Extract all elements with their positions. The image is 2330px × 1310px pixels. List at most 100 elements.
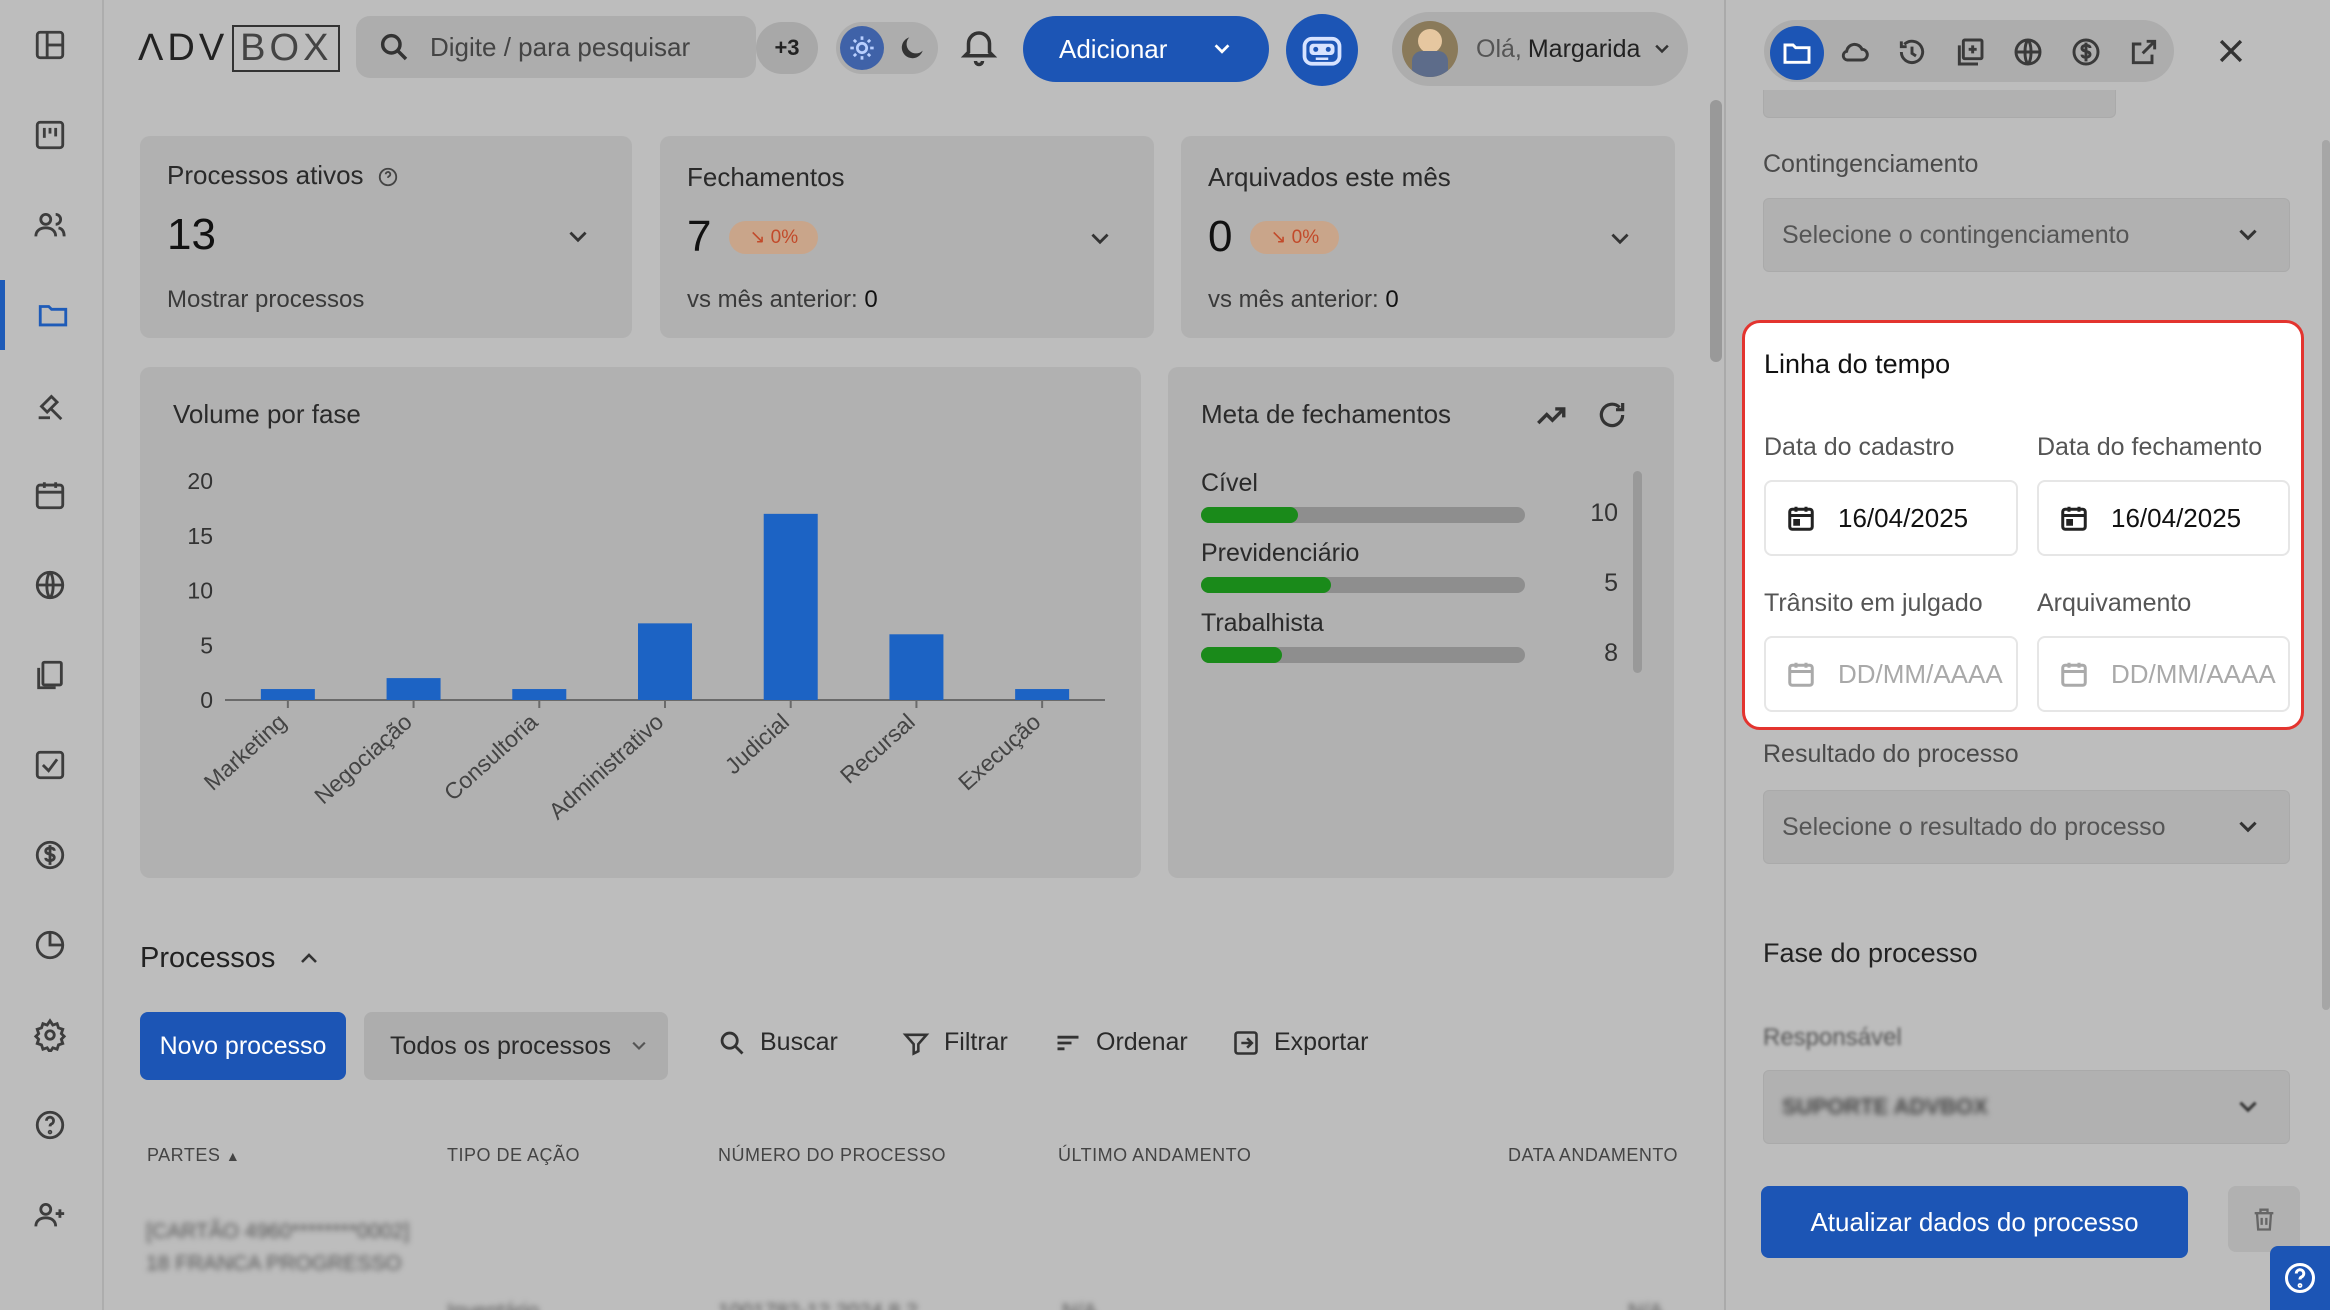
greeting: Olá,: [1476, 34, 1522, 63]
goal-label: Previdenciário: [1201, 539, 1360, 567]
tab-globe[interactable]: [2006, 30, 2050, 74]
show-processes-link[interactable]: Mostrar processos: [167, 286, 364, 314]
tab-finance[interactable]: [2064, 30, 2108, 74]
chevron-down-icon[interactable]: [1087, 226, 1113, 252]
column-header-andamento[interactable]: ÚLTIMO ANDAMENTO: [1058, 1145, 1251, 1166]
archiving-label: Arquivamento: [2037, 589, 2192, 617]
calendar-icon[interactable]: [0, 460, 100, 530]
add-user-icon[interactable]: [0, 1180, 100, 1250]
goal-value: 10: [1590, 499, 1618, 527]
calendar-icon: [2061, 662, 2087, 687]
responsible-label: Responsável: [1763, 1024, 1902, 1051]
registration-date-value: 16/04/2025: [1838, 502, 1969, 533]
info-icon[interactable]: [377, 166, 399, 188]
clients-icon[interactable]: [0, 190, 100, 260]
tasks-icon[interactable]: [0, 730, 100, 800]
filter-button[interactable]: Filtrar: [902, 1028, 1008, 1057]
chevron-down-icon[interactable]: [1607, 226, 1633, 252]
new-process-button[interactable]: Novo processo: [140, 1012, 346, 1080]
more-shortcuts-button[interactable]: +3: [756, 22, 818, 74]
search-input[interactable]: Digite / para pesquisar: [356, 16, 756, 78]
table-row-partes[interactable]: [CARTÃO 4960********0002] 18 FRANCA PROG…: [146, 1216, 410, 1280]
column-header-partes[interactable]: PARTES ▲: [147, 1145, 240, 1166]
trend-badge: ↘ 0%: [1250, 220, 1340, 254]
trend-badge: ↘ 0%: [729, 220, 819, 254]
registration-date-input[interactable]: 16/04/2025: [1764, 480, 2018, 556]
res-judicata-date-input[interactable]: DD/MM/AAAA: [1764, 636, 2018, 712]
archiving-date-input[interactable]: DD/MM/AAAA: [2037, 636, 2290, 712]
table-row-andamento: N/A: [1062, 1300, 1097, 1310]
search-button[interactable]: Buscar: [718, 1028, 838, 1057]
contingency-select[interactable]: Selecione o contingenciamento: [1763, 198, 2290, 272]
y-tick-label: 0: [200, 687, 213, 713]
search-icon: [380, 33, 408, 61]
bar-recursal: [889, 634, 944, 700]
bar-negociação: [386, 678, 441, 700]
column-header-tipo[interactable]: TIPO DE AÇÃO: [447, 1145, 580, 1166]
logo-box: BOX: [232, 24, 341, 72]
result-placeholder: Selecione o resultado do processo: [1782, 812, 2166, 841]
close-icon[interactable]: [2214, 34, 2248, 68]
tab-cloud[interactable]: [1832, 30, 1876, 74]
gavel-icon[interactable]: [0, 370, 100, 440]
refresh-icon[interactable]: [1596, 399, 1628, 431]
process-filter-select[interactable]: Todos os processos: [364, 1012, 668, 1080]
bar-judicial: [763, 513, 818, 700]
board-icon[interactable]: [0, 100, 100, 170]
main-scrollbar[interactable]: [1710, 100, 1722, 362]
tab-history[interactable]: [1890, 30, 1934, 74]
goals-scrollbar[interactable]: [1633, 471, 1642, 673]
add-button[interactable]: Adicionar: [1023, 16, 1269, 82]
kpi-value: 7: [687, 212, 712, 261]
x-tick-label: Execução: [953, 708, 1045, 795]
trending-up-icon[interactable]: [1534, 399, 1568, 433]
kpi-card-active: Processos ativos 13 Mostrar processos: [140, 136, 632, 338]
advbox-logo[interactable]: ΛDV BOX: [138, 24, 341, 72]
cloud-icon: [1841, 42, 1869, 62]
export-button[interactable]: Exportar: [1232, 1028, 1368, 1057]
chevron-down-icon[interactable]: [565, 224, 591, 250]
sort-button[interactable]: Ordenar: [1054, 1028, 1188, 1057]
theme-toggle[interactable]: [836, 22, 938, 74]
settings-gear-icon[interactable]: [0, 1000, 100, 1070]
help-chat-button[interactable]: [2270, 1246, 2330, 1310]
export-icon: [1234, 1030, 1258, 1055]
reports-pie-icon[interactable]: [0, 910, 100, 980]
update-process-button[interactable]: Atualizar dados do processo: [1761, 1186, 2188, 1258]
assistant-robot-button[interactable]: [1286, 14, 1358, 86]
previous-field-bottom: [1763, 90, 2116, 118]
timeline-title: Linha do tempo: [1764, 349, 1951, 379]
processes-section-header[interactable]: Processos: [140, 942, 321, 975]
help-icon[interactable]: [0, 1090, 100, 1160]
user-name: Margarida: [1527, 34, 1641, 63]
finance-icon[interactable]: [0, 820, 100, 890]
dark-mode-moon-icon[interactable]: [896, 32, 928, 64]
chevron-up-icon[interactable]: [297, 947, 321, 971]
column-header-numero[interactable]: NÚMERO DO PROCESSO: [718, 1145, 946, 1166]
responsible-select[interactable]: SUPORTE ADVBOX: [1763, 1070, 2290, 1144]
dollar-icon: [2072, 38, 2100, 66]
tab-add-document[interactable]: [1948, 30, 1992, 74]
closing-date-input[interactable]: 16/04/2025: [2037, 480, 2290, 556]
chevron-down-icon: [632, 1041, 646, 1051]
x-tick-label: Recursal: [835, 708, 920, 788]
tab-process-folder[interactable]: [1770, 26, 1824, 80]
delete-process-button[interactable]: [2228, 1186, 2300, 1252]
goal-progress-bar: [1201, 647, 1525, 663]
light-mode-sun-icon[interactable]: [840, 26, 884, 70]
panel-toggle-icon[interactable]: [0, 10, 100, 80]
archiving-placeholder: DD/MM/AAAA: [2111, 658, 2276, 689]
res-judicata-placeholder: DD/MM/AAAA: [1838, 658, 2003, 689]
user-menu[interactable]: Olá, Margarida: [1392, 12, 1688, 86]
processes-folder-icon[interactable]: [0, 280, 100, 350]
column-header-data[interactable]: DATA ANDAMENTO: [1508, 1145, 1678, 1166]
globe-icon[interactable]: [0, 550, 100, 620]
notifications-bell-icon[interactable]: [958, 26, 1000, 68]
documents-icon[interactable]: [0, 640, 100, 710]
tab-open-external[interactable]: [2122, 30, 2166, 74]
result-select[interactable]: Selecione o resultado do processo: [1763, 790, 2290, 864]
globe-icon: [2014, 38, 2042, 66]
panel-scrollbar[interactable]: [2322, 140, 2330, 1010]
y-tick-label: 10: [187, 578, 213, 604]
closure-goals-card: Meta de fechamentos Cível 10 Previdenciári…: [1168, 367, 1674, 878]
